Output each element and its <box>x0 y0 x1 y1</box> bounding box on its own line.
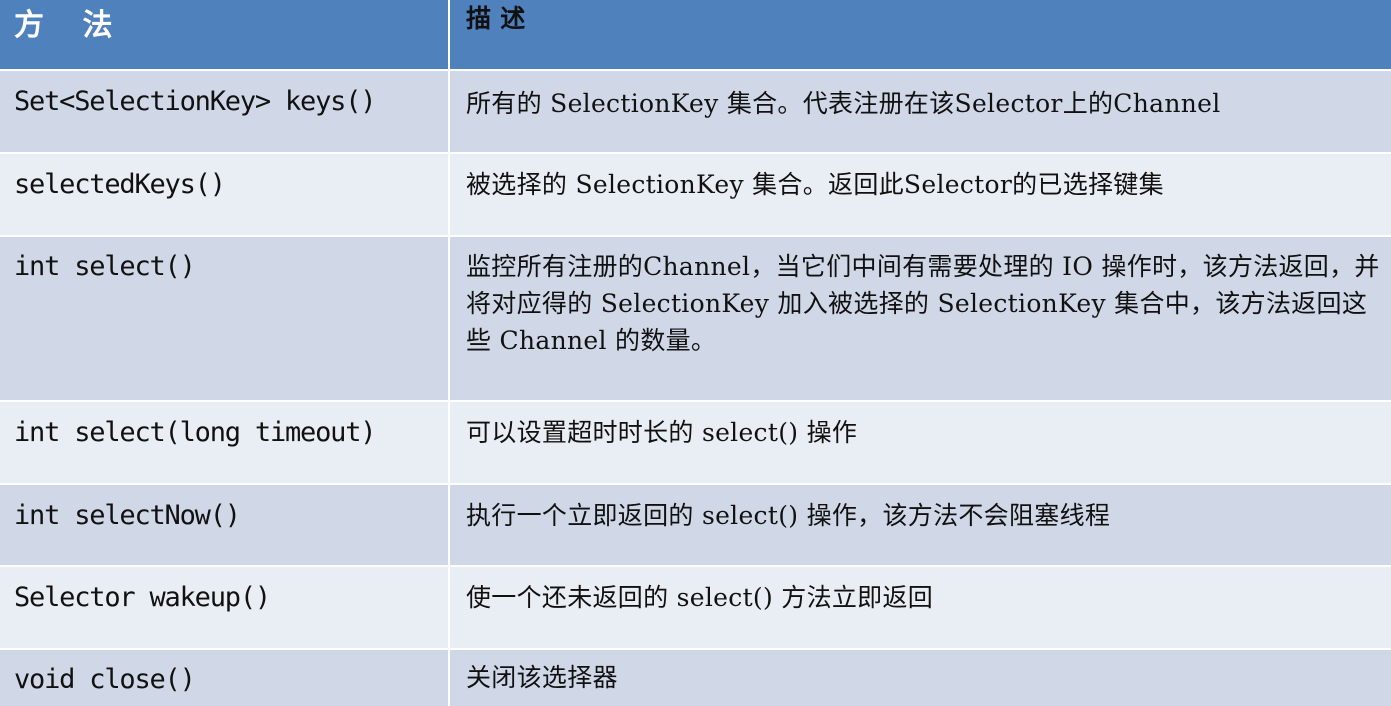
method-name: Set<SelectionKey> keys() <box>14 86 377 117</box>
method-description: 使一个还未返回的 select() 方法立即返回 <box>466 583 934 613</box>
method-cell: selectedKeys() <box>0 153 450 237</box>
method-description: 被选择的 SelectionKey 集合。返回此Selector的已选择键集 <box>466 169 1164 199</box>
table-row: selectedKeys() 被选择的 SelectionKey 集合。返回此S… <box>0 153 1391 237</box>
method-name: void close() <box>14 664 196 696</box>
description-cell: 监控所有注册的Channel，当它们中间有需要处理的 IO 操作时，该方法返回，… <box>450 236 1391 402</box>
method-description: 监控所有注册的Channel，当它们中间有需要处理的 IO 操作时，该方法返回，… <box>466 251 1380 355</box>
table-row: Set<SelectionKey> keys() 所有的 SelectionKe… <box>0 71 1391 154</box>
method-description: 所有的 SelectionKey 集合。代表注册在该Selector上的Chan… <box>466 89 1221 118</box>
selector-methods-table: 方 法 描 述 Set<SelectionKey> keys() 所有的 Sel… <box>0 0 1391 706</box>
description-cell: 可以设置超时时长的 select() 操作 <box>450 401 1391 485</box>
method-name: int select(long timeout) <box>14 416 377 448</box>
method-description: 可以设置超时时长的 select() 操作 <box>466 417 858 447</box>
column-header-description-label: 描 述 <box>466 4 526 33</box>
method-cell: void close() <box>0 650 450 706</box>
table-header-row: 方 法 描 述 <box>0 0 1391 71</box>
method-name: int select() <box>14 250 196 282</box>
method-cell: int select(long timeout) <box>0 401 450 485</box>
method-cell: int select() <box>0 236 450 402</box>
column-header-method-label: 方 法 <box>14 8 127 43</box>
table-row: int selectNow() 执行一个立即返回的 select() 操作，该方… <box>0 484 1391 568</box>
table-row: int select(long timeout) 可以设置超时时长的 selec… <box>0 401 1391 485</box>
method-name: int selectNow() <box>14 499 241 531</box>
description-cell: 被选择的 SelectionKey 集合。返回此Selector的已选择键集 <box>450 153 1391 237</box>
column-header-description: 描 述 <box>450 0 1391 71</box>
description-cell: 所有的 SelectionKey 集合。代表注册在该Selector上的Chan… <box>450 71 1391 154</box>
method-cell: int selectNow() <box>0 484 450 568</box>
table-row: void close() 关闭该选择器 <box>0 650 1391 706</box>
method-description: 执行一个立即返回的 select() 操作，该方法不会阻塞线程 <box>466 500 1111 530</box>
column-header-method: 方 法 <box>0 0 450 71</box>
description-cell: 使一个还未返回的 select() 方法立即返回 <box>450 567 1391 651</box>
description-cell: 关闭该选择器 <box>450 650 1391 706</box>
description-cell: 执行一个立即返回的 select() 操作，该方法不会阻塞线程 <box>450 484 1391 568</box>
table-row: Selector wakeup() 使一个还未返回的 select() 方法立即… <box>0 567 1391 651</box>
method-cell: Set<SelectionKey> keys() <box>0 71 450 154</box>
method-cell: Selector wakeup() <box>0 567 450 651</box>
method-name: selectedKeys() <box>14 168 226 200</box>
table-row: int select() 监控所有注册的Channel，当它们中间有需要处理的 … <box>0 236 1391 402</box>
method-name: Selector wakeup() <box>14 582 271 614</box>
method-description: 关闭该选择器 <box>466 663 618 693</box>
